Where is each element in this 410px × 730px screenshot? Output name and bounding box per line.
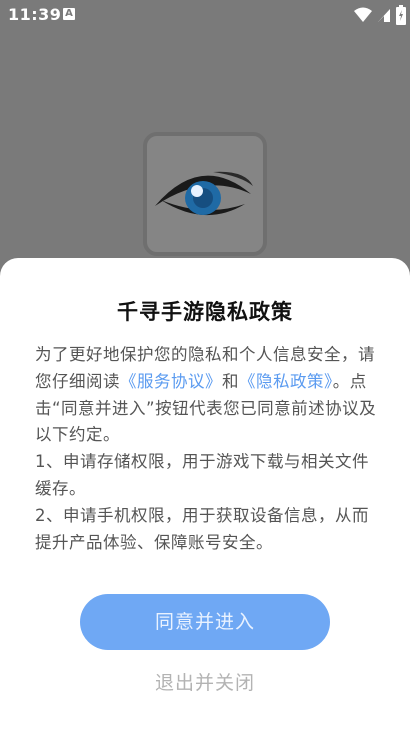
app-logo — [143, 132, 267, 256]
privacy-dialog: 千寻手游隐私政策 为了更好地保护您的隐私和个人信息安全，请您仔细阅读《服务协议》… — [0, 258, 410, 730]
service-agreement-link[interactable]: 《服务协议》 — [120, 372, 222, 391]
phone-permission-item: 2、申请手机权限，用于获取设备信息，从而提升产品体验、保障账号安全。 — [35, 505, 369, 552]
storage-permission-item: 1、申请存储权限，用于游戏下载与相关文件缓存。 — [35, 452, 369, 498]
intro-paragraph: 为了更好地保护您的隐私和个人信息安全，请您仔细阅读《服务协议》和《隐私政策》。点… — [35, 342, 380, 449]
status-time: 11:39 — [8, 5, 62, 24]
status-icons — [353, 4, 406, 25]
dialog-body: 为了更好地保护您的隐私和个人信息安全，请您仔细阅读《服务协议》和《隐私政策》。点… — [35, 342, 380, 556]
battery-icon — [396, 4, 406, 25]
dialog-title: 千寻手游隐私政策 — [117, 300, 293, 324]
wifi-icon — [353, 7, 372, 22]
notification-a-icon: A — [63, 8, 75, 20]
and-text: 和 — [222, 371, 239, 391]
exit-close-button[interactable]: 退出并关闭 — [0, 668, 410, 695]
signal-icon — [377, 8, 390, 22]
status-bar: 11:39 A — [0, 0, 410, 28]
agree-enter-button[interactable]: 同意并进入 — [80, 594, 330, 650]
eye-icon — [155, 171, 253, 216]
privacy-policy-link[interactable]: 《隐私政策》 — [239, 372, 333, 391]
